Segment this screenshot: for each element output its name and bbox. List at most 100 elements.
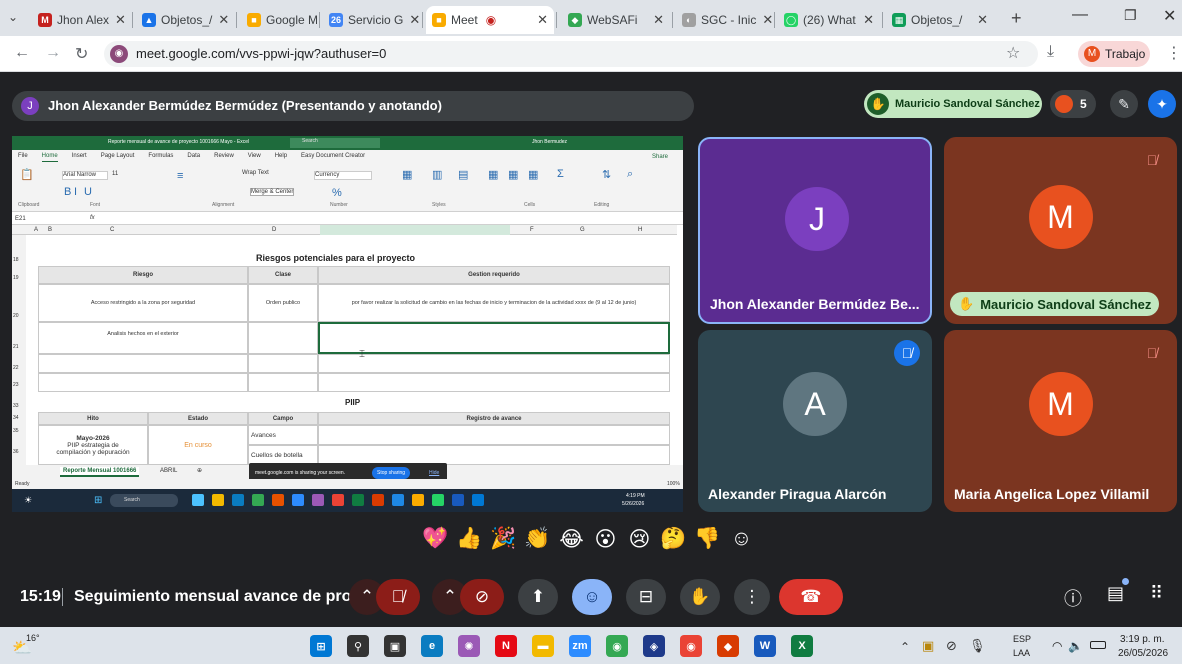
insert-cells-icon[interactable]: ▦ — [488, 168, 498, 181]
browser-tab[interactable]: ■ Meet ◉ ✕ — [426, 6, 554, 34]
excel-menu-item[interactable]: Home — [41, 153, 58, 162]
onedrive-icon[interactable]: ◈ — [643, 635, 665, 657]
excel-menu-item[interactable]: Insert — [72, 153, 87, 162]
column-header[interactable]: A — [34, 227, 38, 233]
participant-tile[interactable]: A Alexander Piragua Alarcón 🎙̸ — [698, 330, 932, 512]
row-number[interactable]: 34 — [13, 415, 19, 421]
zoom-icon[interactable]: zm — [569, 635, 591, 657]
system-date[interactable]: 26/05/2026 — [1118, 648, 1168, 659]
row-number[interactable]: 22 — [13, 365, 19, 371]
inner-taskbar-app-icon[interactable] — [392, 494, 404, 506]
reaction-emoji-button[interactable]: 😢 — [626, 527, 653, 557]
wifi-icon[interactable]: ◠ — [1052, 639, 1062, 653]
stop-sharing-button[interactable]: Stop sharing — [372, 467, 411, 479]
inner-taskbar-app-icon[interactable] — [432, 494, 444, 506]
empty-cell[interactable] — [318, 373, 670, 392]
piip-hito-cell[interactable]: Mayo-2026 PIIP estrategia de compilación y… — [38, 425, 148, 465]
tray-app-icon[interactable]: ▣ — [922, 638, 934, 654]
reaction-emoji-button[interactable]: 😂 — [558, 527, 585, 557]
inner-start-icon[interactable]: ⊞ — [94, 495, 102, 506]
inner-search-box[interactable]: Search — [110, 494, 178, 507]
close-tab-icon[interactable]: ✕ — [647, 12, 664, 28]
row-number[interactable]: 33 — [13, 403, 19, 409]
inner-taskbar-app-icon[interactable] — [232, 494, 244, 506]
empty-cell[interactable] — [38, 354, 248, 373]
delete-cells-icon[interactable]: ▦ — [508, 168, 518, 181]
column-header[interactable]: C — [110, 227, 114, 233]
sheet-tab-abril[interactable]: ABRIL — [160, 468, 177, 474]
inner-taskbar-app-icon[interactable] — [352, 494, 364, 506]
browser-menu-icon[interactable]: ⋮ — [1166, 43, 1182, 63]
inner-taskbar-app-icon[interactable] — [472, 494, 484, 506]
row-number[interactable]: 20 — [13, 313, 19, 319]
start-icon[interactable]: ⊞ — [310, 635, 332, 657]
column-header[interactable]: B — [48, 227, 52, 233]
align-center-icon[interactable]: ≡ — [177, 170, 183, 182]
new-tab-button[interactable]: + — [1011, 8, 1022, 29]
find-select-icon[interactable]: ⌕ — [627, 168, 633, 181]
bookmark-star-icon[interactable]: ☆ — [1006, 43, 1020, 63]
excel-menu-item[interactable]: Data — [187, 153, 200, 162]
risk-cell[interactable] — [248, 322, 318, 354]
inner-taskbar-app-icon[interactable] — [272, 494, 284, 506]
paste-icon[interactable]: 📋 — [20, 168, 34, 181]
format-table-icon[interactable]: ▥ — [432, 168, 442, 181]
office-icon[interactable]: ◆ — [717, 635, 739, 657]
piip-registro-cell[interactable] — [318, 445, 670, 465]
inner-taskbar-app-icon[interactable] — [212, 494, 224, 506]
back-button[interactable]: ← — [14, 44, 30, 62]
mic-off-button[interactable]: 🎙̸ — [376, 579, 420, 615]
close-tab-icon[interactable]: ✕ — [403, 12, 420, 28]
profile-chip[interactable]: M Trabajo — [1078, 41, 1150, 67]
risk-header-cell[interactable]: Clase — [248, 266, 318, 284]
site-info-icon[interactable]: ◉ — [110, 45, 128, 63]
close-tab-icon[interactable]: ✕ — [109, 12, 126, 28]
file-explorer-icon[interactable]: ▬ — [532, 635, 554, 657]
piip-header-cell[interactable]: Hito — [38, 412, 148, 425]
gemini-icon[interactable]: ✦ — [1148, 90, 1176, 118]
piip-campo-cell[interactable]: Avances — [248, 425, 318, 445]
meeting-info-icon[interactable]: ⓘ — [1064, 585, 1082, 611]
browser-tab[interactable]: ◐ SGC - Inic ✕ — [676, 6, 772, 34]
italic-icon[interactable]: I — [74, 186, 77, 198]
reaction-emoji-button[interactable]: 👎 — [694, 527, 721, 557]
participant-tile[interactable]: M ✋ Mauricio Sandoval Sánchez 🎙̸ — [944, 137, 1177, 324]
participant-tile[interactable]: M Maria Angelica Lopez Villamil 🎙̸ — [944, 330, 1177, 512]
risk-cell[interactable]: Acceso restringido a la zona por segurid… — [38, 284, 248, 322]
percent-icon[interactable]: % — [332, 187, 342, 199]
column-header[interactable]: G — [580, 227, 585, 233]
participants-chip[interactable]: 5 — [1050, 90, 1096, 118]
excel-menu-item[interactable]: View — [248, 153, 261, 162]
volume-icon[interactable]: 🔈 — [1068, 639, 1083, 653]
participant-tile[interactable]: J Jhon Alexander Bermúdez Be... — [698, 137, 932, 324]
restore-button[interactable]: ❐ — [1124, 7, 1137, 24]
word-icon[interactable]: W — [754, 635, 776, 657]
address-bar[interactable]: ◉ meet.google.com/vvs-ppwi-jqw?authuser=… — [104, 41, 1038, 67]
close-tab-icon[interactable]: ✕ — [756, 12, 772, 28]
browser-tab[interactable]: ◯ (26) What ✕ — [778, 6, 880, 34]
search-icon[interactable]: ⚲ — [347, 635, 369, 657]
inner-taskbar-app-icon[interactable] — [312, 494, 324, 506]
empty-cell[interactable] — [248, 373, 318, 392]
excel-menu-item[interactable]: Review — [214, 153, 234, 162]
leave-call-button[interactable]: ☎ — [779, 579, 843, 615]
edge-icon[interactable]: e — [421, 635, 443, 657]
reaction-emoji-button[interactable]: 🤔 — [660, 527, 687, 557]
row-number[interactable]: 21 — [13, 344, 19, 350]
netflix-icon[interactable]: N — [495, 635, 517, 657]
raised-hand-chip[interactable]: ✋ Mauricio Sandoval Sánchez — [864, 90, 1042, 118]
font-size-box[interactable]: 11 — [112, 171, 118, 177]
row-number[interactable]: 36 — [13, 449, 19, 455]
empty-cell[interactable] — [38, 373, 248, 392]
row-number[interactable]: 23 — [13, 382, 19, 388]
bold-icon[interactable]: B — [64, 186, 71, 198]
number-format-box[interactable]: Currency — [314, 171, 372, 180]
reaction-emoji-button[interactable]: 🎉 — [490, 527, 517, 557]
reaction-emoji-button[interactable]: 😮 — [592, 527, 619, 557]
font-name-box[interactable]: Arial Narrow — [62, 171, 108, 180]
row-number[interactable]: 19 — [13, 275, 19, 281]
autosum-icon[interactable]: Σ — [557, 168, 564, 180]
risk-cell[interactable]: Analisis hechos en el exterior — [38, 322, 248, 354]
piip-header-cell[interactable]: Registro de avance — [318, 412, 670, 425]
reaction-emoji-button[interactable]: 👏 — [524, 527, 551, 557]
